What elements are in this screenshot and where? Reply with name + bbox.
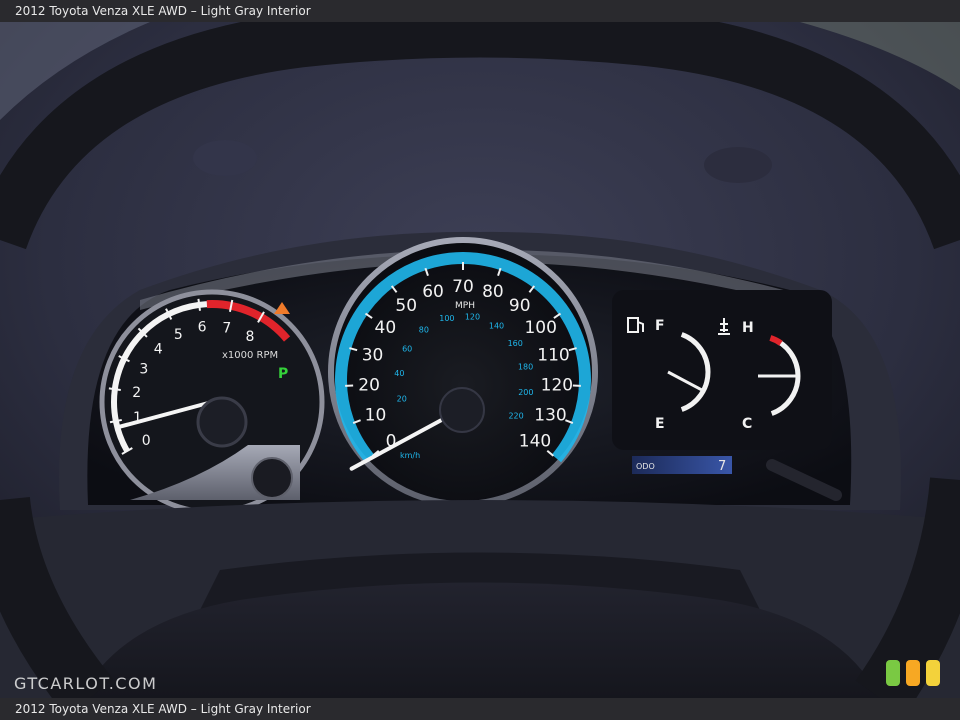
caption-bottom: 2012 Toyota Venza XLE AWD – Light Gray I…	[0, 698, 960, 720]
kmh-tick-label: 100	[439, 314, 454, 323]
badge-green	[886, 660, 900, 686]
kmh-tick-label: 20	[397, 395, 407, 404]
tach-tick-label: 4	[154, 341, 163, 357]
mph-tick-label: 100	[524, 318, 556, 338]
speed-hub	[439, 387, 485, 433]
kmh-tick-label: 80	[419, 325, 429, 334]
tach-tick-label: 5	[174, 327, 183, 343]
kmh-tick-label: 60	[402, 345, 412, 354]
mph-tick-label: 30	[362, 346, 384, 366]
kmh-tick-label: 220	[508, 412, 523, 421]
mph-tick-label: 20	[358, 376, 380, 396]
fuel-empty-label: E	[655, 416, 665, 432]
mph-unit-label: MPH	[455, 301, 475, 311]
temp-cold-label: C	[742, 416, 752, 432]
mph-tick-label: 110	[537, 346, 569, 366]
mph-tick-label: 10	[365, 405, 387, 425]
kmh-tick-label: 120	[465, 313, 480, 322]
kmh-unit-label: km/h	[400, 451, 420, 460]
watermark: GTCARLOT.COM	[14, 674, 158, 693]
mph-tick-label: 120	[541, 376, 573, 396]
kmh-tick-label: 200	[518, 388, 533, 397]
tach-tick-label: 3	[139, 361, 148, 377]
tach-unit-label: x1000 RPM	[222, 350, 278, 361]
kmh-tick-label: 180	[518, 362, 533, 371]
mph-tick-label: 90	[509, 296, 531, 316]
mph-tick-label: 50	[395, 296, 417, 316]
mph-tick-label: 130	[534, 405, 566, 425]
mph-tick-label: 60	[422, 282, 444, 302]
tach-tick-label: 7	[222, 320, 231, 336]
mph-tick-label: 40	[375, 318, 397, 338]
badge-orange	[906, 660, 920, 686]
gear-indicator: P	[278, 366, 288, 382]
hood-vent-left	[193, 140, 257, 176]
tach-tick-label: 8	[246, 329, 255, 345]
mph-tick-label: 140	[519, 431, 551, 451]
trip-reset-knob	[251, 457, 293, 499]
fuel-full-label: F	[655, 318, 665, 334]
tach-hub	[196, 396, 248, 448]
temp-hot-label: H	[742, 320, 754, 336]
dashboard-photo: 012345678 x1000 RPM P 0 10 20 30 40 50 60 70 80 9…	[0, 22, 960, 698]
mph-tick-label: 70	[452, 277, 474, 297]
caption-top: 2012 Toyota Venza XLE AWD – Light Gray I…	[0, 0, 960, 22]
hood-vent-right	[704, 147, 772, 183]
badge-yellow	[926, 660, 940, 686]
kmh-tick-label: 160	[508, 339, 523, 348]
speedometer: 0102030405060 70 8090100110120130140 20406…	[328, 237, 598, 507]
kmh-tick-label: 140	[489, 321, 504, 330]
kmh-tick-label: 40	[394, 369, 404, 378]
tach-tick-label: 0	[142, 433, 151, 449]
mph-tick-label: 80	[482, 282, 504, 302]
tach-tick-label: 6	[198, 320, 207, 336]
tach-tick-label: 2	[132, 385, 141, 401]
odometer-value: 7	[718, 459, 726, 474]
odometer-label: ODO	[636, 462, 655, 471]
